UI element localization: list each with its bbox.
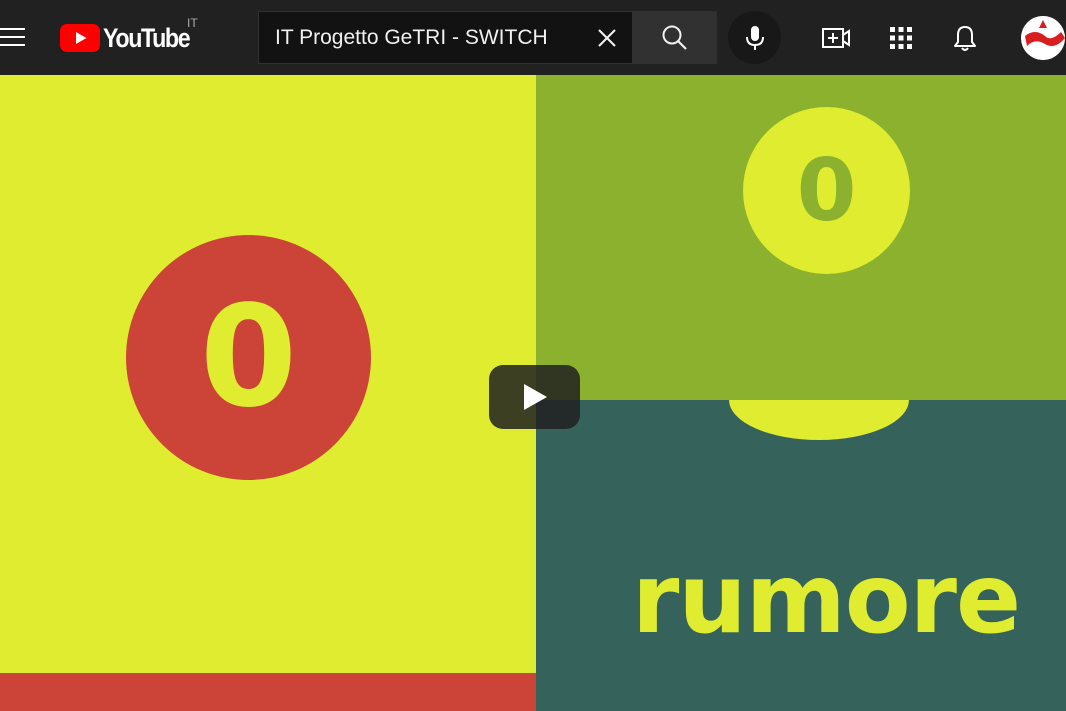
account-avatar[interactable] xyxy=(1021,16,1065,60)
red-circle: 0 xyxy=(126,235,371,480)
avatar-image xyxy=(1021,16,1065,60)
voice-search-button[interactable] xyxy=(728,11,781,64)
hamburger-menu-icon xyxy=(0,28,25,46)
country-code: IT xyxy=(187,16,198,30)
search-input[interactable] xyxy=(259,12,582,63)
video-plus-icon xyxy=(822,28,850,48)
red-circle-text: 0 xyxy=(199,275,298,439)
search-icon xyxy=(662,25,687,50)
masthead: YouTube IT xyxy=(0,0,1066,75)
bell-icon xyxy=(954,26,976,51)
notifications-button[interactable] xyxy=(945,18,985,58)
video-caption-word: rumore xyxy=(632,543,1021,655)
yellow-circle-text: 0 xyxy=(796,140,857,241)
play-icon xyxy=(523,384,547,410)
apps-grid-icon xyxy=(890,27,912,49)
video-panel-left-bottom xyxy=(0,673,536,711)
play-button[interactable] xyxy=(489,365,580,429)
apps-button[interactable] xyxy=(881,18,921,58)
search-box xyxy=(258,11,632,64)
logo-wordmark: YouTube xyxy=(103,22,191,53)
guide-menu-button[interactable] xyxy=(0,22,30,52)
video-player[interactable]: 0 0 rumore xyxy=(0,75,1066,711)
microphone-icon xyxy=(745,25,764,50)
youtube-play-logo-icon xyxy=(60,24,100,52)
search-button[interactable] xyxy=(632,11,717,64)
yellow-circle: 0 xyxy=(743,107,910,274)
clear-search-button[interactable] xyxy=(582,12,632,63)
close-icon xyxy=(598,28,616,47)
create-button[interactable] xyxy=(816,18,856,58)
youtube-logo[interactable]: YouTube xyxy=(60,22,203,54)
